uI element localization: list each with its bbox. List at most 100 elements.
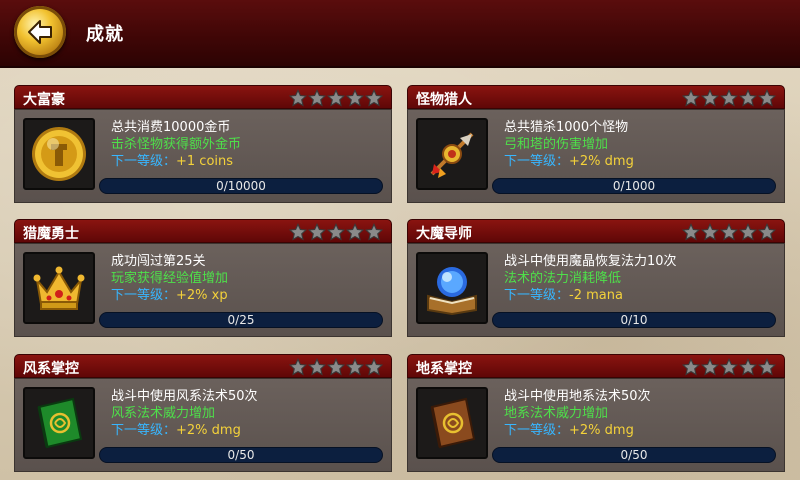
star-icon: [289, 358, 307, 376]
page-title: 成就: [86, 24, 124, 45]
card-header: 风系掌控: [14, 354, 392, 378]
card-body: 成功闯过第25关 玩家获得经验值增加 下一等级：+2% xp 0/25: [14, 243, 392, 337]
achievement-title: 怪物猎人: [416, 92, 472, 108]
achievement-icon-frame: [416, 118, 488, 190]
achievement-icon-frame: [416, 252, 488, 324]
star-icon: [365, 358, 383, 376]
next-level-label: 下一等级：: [111, 288, 177, 303]
next-level-value: -2 mana: [569, 288, 623, 303]
next-level-label: 下一等级：: [111, 423, 177, 438]
brown-spellbook-icon: [430, 397, 476, 449]
achievement-title: 大魔导师: [416, 226, 472, 242]
progress-bar: 0/50: [492, 447, 776, 463]
next-level-line: 下一等级：+2% dmg: [504, 419, 634, 438]
next-level-label: 下一等级：: [504, 423, 570, 438]
achievement-icon-frame: [23, 252, 95, 324]
progress-text: 0/10: [620, 313, 648, 327]
progress-bar: 0/10: [492, 312, 776, 328]
next-level-line: 下一等级：+2% xp: [111, 284, 228, 303]
star-icon: [701, 223, 719, 241]
header-bar: 成就: [0, 0, 800, 68]
crystal-book-icon: [427, 267, 477, 316]
star-icon: [720, 358, 738, 376]
next-level-line: 下一等级：+2% dmg: [504, 150, 634, 169]
card-header: 地系掌控: [407, 354, 785, 378]
star-icon: [308, 223, 326, 241]
star-rating: [682, 223, 776, 241]
star-icon: [682, 223, 700, 241]
star-icon: [289, 223, 307, 241]
progress-bar: 0/10000: [99, 178, 383, 194]
card-body: 总共消费10000金币 击杀怪物获得额外金币 下一等级：+1 coins 0/1…: [14, 109, 392, 203]
star-rating: [289, 89, 383, 107]
star-icon: [365, 223, 383, 241]
next-level-value: +2% dmg: [569, 423, 634, 438]
card-body: 战斗中使用地系法术50次 地系法术威力增加 下一等级：+2% dmg 0/50: [407, 378, 785, 472]
star-icon: [327, 358, 345, 376]
achievement-icon-frame: [416, 387, 488, 459]
star-icon: [346, 223, 364, 241]
star-rating: [289, 223, 383, 241]
next-level-line: 下一等级：+2% dmg: [111, 419, 241, 438]
star-rating: [682, 358, 776, 376]
star-icon: [289, 89, 307, 107]
star-icon: [758, 223, 776, 241]
achievement-title: 大富豪: [23, 92, 65, 108]
next-level-value: +2% dmg: [569, 154, 634, 169]
progress-bar: 0/50: [99, 447, 383, 463]
progress-text: 0/25: [227, 313, 255, 327]
star-rating: [682, 89, 776, 107]
card-body: 总共猎杀1000个怪物 弓和塔的伤害增加 下一等级：+2% dmg 0/1000: [407, 109, 785, 203]
achievement-card[interactable]: 猎魔勇士 成功闯过第25关 玩家获得经验值增加 下一等级：+2% xp 0/25: [14, 219, 392, 337]
card-header: 猎魔勇士: [14, 219, 392, 243]
progress-text: 0/10000: [216, 179, 266, 193]
next-level-value: +2% xp: [176, 288, 228, 303]
star-icon: [346, 358, 364, 376]
next-level-label: 下一等级：: [504, 288, 570, 303]
crown-icon: [33, 266, 85, 310]
star-icon: [327, 89, 345, 107]
achievement-card[interactable]: 怪物猎人 总共猎杀1000个怪物 弓和塔的伤害增加 下一等级：+2% dmg 0…: [407, 85, 785, 203]
star-icon: [739, 358, 757, 376]
star-icon: [701, 358, 719, 376]
next-level-line: 下一等级：-2 mana: [504, 284, 623, 303]
arrow-target-icon: [430, 132, 474, 178]
achievement-title: 猎魔勇士: [23, 226, 79, 242]
star-icon: [701, 89, 719, 107]
star-icon: [327, 223, 345, 241]
star-icon: [682, 89, 700, 107]
star-icon: [758, 89, 776, 107]
achievement-card[interactable]: 大魔导师 战斗中使用魔晶恢复法力10次 法术的法力消耗降低 下一等级：-2 ma…: [407, 219, 785, 337]
achievement-card[interactable]: 风系掌控 战斗中使用风系法术50次 风系法术威力增加 下一等级：+2% dmg …: [14, 354, 392, 472]
achievement-icon-frame: [23, 387, 95, 459]
card-header: 怪物猎人: [407, 85, 785, 109]
star-rating: [289, 358, 383, 376]
achievement-title: 风系掌控: [23, 361, 79, 377]
star-icon: [758, 358, 776, 376]
next-level-label: 下一等级：: [111, 154, 177, 169]
progress-text: 0/50: [620, 448, 648, 462]
achievement-title: 地系掌控: [416, 361, 472, 377]
star-icon: [365, 89, 383, 107]
achievement-card[interactable]: 地系掌控 战斗中使用地系法术50次 地系法术威力增加 下一等级：+2% dmg …: [407, 354, 785, 472]
progress-bar: 0/1000: [492, 178, 776, 194]
achievement-card[interactable]: 大富豪 总共消费10000金币 击杀怪物获得额外金币 下一等级：+1 coins…: [14, 85, 392, 203]
star-icon: [346, 89, 364, 107]
gold-coin-icon: [32, 127, 86, 181]
next-level-value: +2% dmg: [176, 423, 241, 438]
star-icon: [720, 89, 738, 107]
star-icon: [308, 89, 326, 107]
card-body: 战斗中使用风系法术50次 风系法术威力增加 下一等级：+2% dmg 0/50: [14, 378, 392, 472]
card-header: 大富豪: [14, 85, 392, 109]
next-level-line: 下一等级：+1 coins: [111, 150, 233, 169]
green-spellbook-icon: [37, 397, 83, 449]
next-level-value: +1 coins: [176, 154, 234, 169]
progress-bar: 0/25: [99, 312, 383, 328]
next-level-label: 下一等级：: [504, 154, 570, 169]
star-icon: [739, 223, 757, 241]
progress-text: 0/1000: [612, 179, 656, 193]
back-button[interactable]: [14, 6, 66, 58]
star-icon: [308, 358, 326, 376]
star-icon: [720, 223, 738, 241]
card-header: 大魔导师: [407, 219, 785, 243]
